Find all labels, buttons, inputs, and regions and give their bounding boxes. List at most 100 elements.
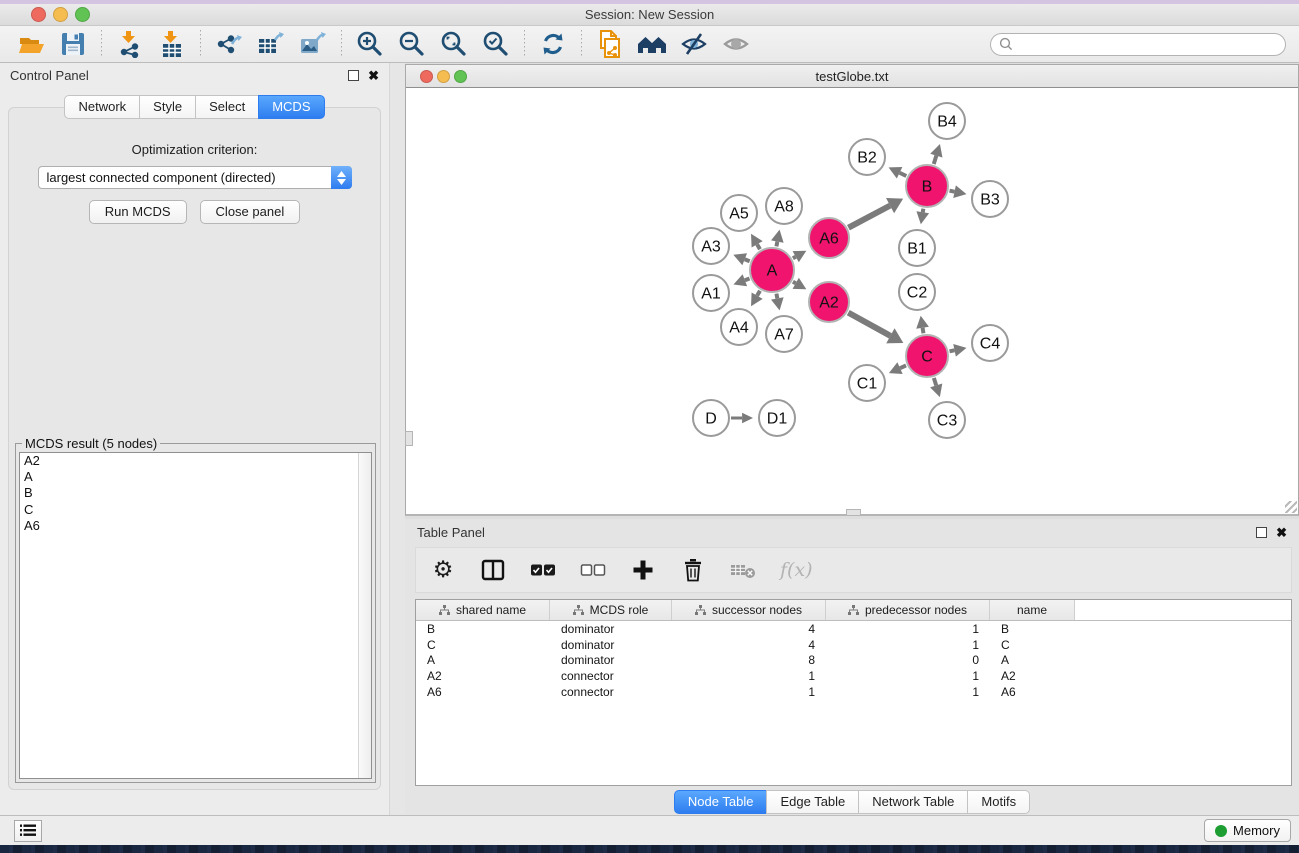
node-table[interactable]: shared nameMCDS rolesuccessor nodesprede…	[415, 599, 1292, 786]
mcds-result-list[interactable]: A2ABCA6	[19, 452, 372, 779]
tab-network-table[interactable]: Network Table	[858, 790, 968, 814]
table-cell[interactable]: dominator	[550, 653, 672, 667]
export-network-button[interactable]	[214, 29, 244, 59]
table-cell[interactable]: B	[416, 622, 550, 636]
column-header-predecessor-nodes[interactable]: predecessor nodes	[826, 600, 990, 620]
column-header-MCDS-role[interactable]: MCDS role	[550, 600, 672, 620]
home-view-button[interactable]	[637, 29, 667, 59]
network-canvas[interactable]: AA6A2BCA5A8A3A1A4A7B2B4B3B1C2C1C4C3DD1	[406, 88, 1298, 514]
show-graphics-details-button[interactable]	[721, 29, 751, 59]
graph-edge[interactable]	[934, 156, 937, 164]
graph-edge[interactable]	[923, 328, 924, 334]
column-layout-button[interactable]	[480, 557, 506, 583]
graph-edge[interactable]	[900, 173, 907, 176]
graph-edge[interactable]	[923, 209, 924, 213]
export-table-button[interactable]	[256, 29, 286, 59]
criterion-dropdown[interactable]: largest connected component (directed)	[38, 166, 352, 189]
function-builder-button[interactable]: f(x)	[780, 557, 813, 583]
table-cell[interactable]: C	[416, 638, 550, 652]
column-header-shared-name[interactable]: shared name	[416, 600, 550, 620]
graph-edge[interactable]	[745, 259, 750, 261]
table-cell[interactable]: 4	[672, 622, 826, 636]
graph-edge[interactable]	[776, 242, 777, 247]
graph-edge[interactable]	[950, 191, 955, 192]
table-row[interactable]: Cdominator41C	[416, 637, 1291, 653]
select-all-columns-button[interactable]	[530, 557, 556, 583]
close-table-panel-icon[interactable]: ✖	[1276, 527, 1287, 538]
tab-select[interactable]: Select	[195, 95, 259, 119]
table-settings-button[interactable]: ⚙	[430, 557, 456, 583]
export-image-button[interactable]	[298, 29, 328, 59]
table-cell[interactable]: A	[416, 653, 550, 667]
column-header-successor-nodes[interactable]: successor nodes	[672, 600, 826, 620]
graph-edge[interactable]	[934, 378, 936, 385]
table-cell[interactable]: 1	[672, 669, 826, 683]
zoom-selected-button[interactable]	[481, 29, 511, 59]
table-cell[interactable]: 8	[672, 653, 826, 667]
tab-style[interactable]: Style	[139, 95, 196, 119]
table-cell[interactable]: A2	[990, 669, 1075, 683]
table-cell[interactable]: 1	[826, 669, 990, 683]
graph-edge[interactable]	[776, 294, 777, 299]
table-cell[interactable]: A6	[990, 685, 1075, 699]
open-session-button[interactable]	[16, 29, 46, 59]
graph-edge[interactable]	[900, 365, 906, 368]
table-cell[interactable]: 1	[826, 638, 990, 652]
scrollbar[interactable]	[358, 453, 371, 778]
table-row[interactable]: Bdominator41B	[416, 621, 1291, 637]
table-cell[interactable]: 4	[672, 638, 826, 652]
table-cell[interactable]: 1	[826, 622, 990, 636]
table-row[interactable]: A2connector11A2	[416, 668, 1291, 684]
result-item[interactable]: A6	[20, 518, 371, 534]
save-session-button[interactable]	[58, 29, 88, 59]
zoom-fit-button[interactable]	[439, 29, 469, 59]
run-mcds-button[interactable]: Run MCDS	[89, 200, 187, 224]
zoom-in-button[interactable]	[355, 29, 385, 59]
float-table-panel-icon[interactable]	[1256, 527, 1267, 538]
table-cell[interactable]: 1	[826, 685, 990, 699]
close-panel-icon[interactable]: ✖	[368, 70, 379, 81]
tab-node-table[interactable]: Node Table	[674, 790, 768, 814]
tab-mcds[interactable]: MCDS	[258, 95, 324, 119]
memory-button[interactable]: Memory	[1204, 819, 1291, 842]
table-cell[interactable]: A6	[416, 685, 550, 699]
refresh-view-button[interactable]	[538, 29, 568, 59]
table-cell[interactable]: 0	[826, 653, 990, 667]
table-row[interactable]: Adominator80A	[416, 653, 1291, 669]
panel-splitter[interactable]	[390, 63, 405, 815]
import-table-button[interactable]	[157, 29, 187, 59]
table-cell[interactable]: connector	[550, 669, 672, 683]
result-item[interactable]: A2	[20, 453, 371, 469]
float-panel-icon[interactable]	[348, 70, 359, 81]
delete-column-button[interactable]	[680, 557, 706, 583]
network-window-titlebar[interactable]: testGlobe.txt	[406, 65, 1298, 88]
graph-edge[interactable]	[848, 313, 890, 336]
graph-edge[interactable]	[793, 257, 796, 259]
tab-motifs[interactable]: Motifs	[967, 790, 1030, 814]
tab-network[interactable]: Network	[64, 95, 140, 119]
frame-resize-handle[interactable]	[405, 431, 413, 446]
table-cell[interactable]: dominator	[550, 622, 672, 636]
table-cell[interactable]: dominator	[550, 638, 672, 652]
duplicate-network-button[interactable]	[595, 29, 625, 59]
create-column-button[interactable]	[630, 557, 656, 583]
graph-edge[interactable]	[848, 206, 890, 228]
table-cell[interactable]: 1	[672, 685, 826, 699]
search-field[interactable]	[990, 33, 1286, 56]
graph-edge[interactable]	[950, 350, 955, 351]
result-item[interactable]: B	[20, 485, 371, 501]
table-cell[interactable]: connector	[550, 685, 672, 699]
network-graph[interactable]: AA6A2BCA5A8A3A1A4A7B2B4B3B1C2C1C4C3DD1	[406, 88, 1297, 513]
graph-edge[interactable]	[757, 244, 760, 249]
table-cell[interactable]: B	[990, 622, 1075, 636]
graph-edge[interactable]	[745, 278, 750, 280]
delete-table-button[interactable]	[730, 557, 756, 583]
table-cell[interactable]: C	[990, 638, 1075, 652]
close-panel-button[interactable]: Close panel	[200, 200, 301, 224]
hide-graphics-details-button[interactable]	[679, 29, 709, 59]
table-cell[interactable]: A	[990, 653, 1075, 667]
column-header-name[interactable]: name	[990, 600, 1075, 620]
result-item[interactable]: C	[20, 502, 371, 518]
tab-edge-table[interactable]: Edge Table	[766, 790, 859, 814]
graph-edge[interactable]	[793, 282, 796, 284]
